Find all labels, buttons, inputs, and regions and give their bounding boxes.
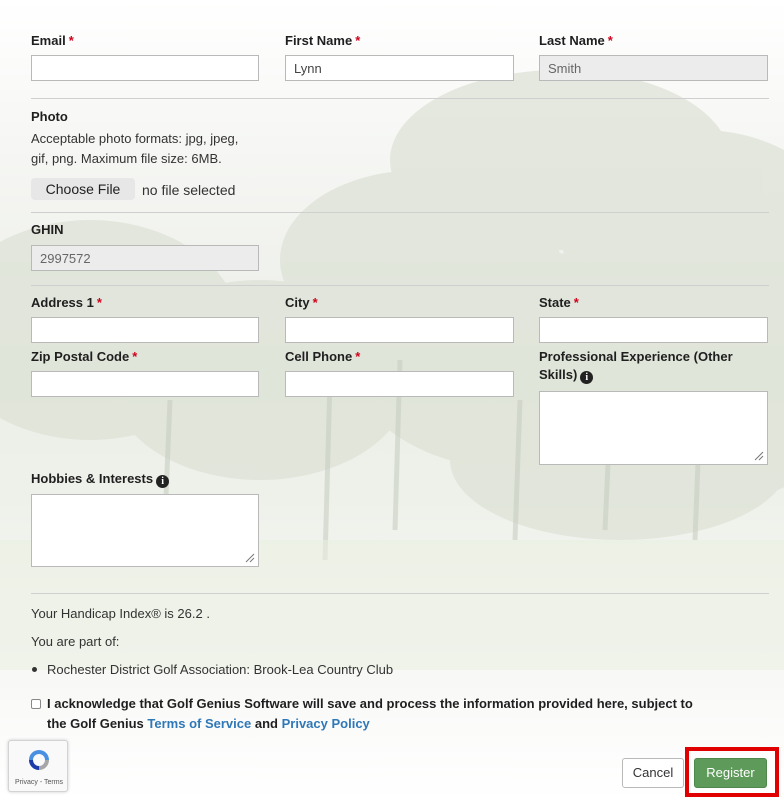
zip-label: Zip Postal Code * xyxy=(31,349,138,364)
choose-file-button[interactable]: Choose File xyxy=(31,178,135,200)
state-label: State * xyxy=(539,295,579,310)
divider xyxy=(31,285,769,286)
recaptcha-links[interactable]: Privacy - Terms xyxy=(11,779,67,786)
professional-experience-label: Professional Experience (Other Skills) i xyxy=(539,349,733,384)
last-name-label: Last Name * xyxy=(539,33,613,48)
divider xyxy=(31,593,769,594)
info-icon[interactable]: i xyxy=(156,475,170,488)
acknowledge-text: I acknowledge that Golf Genius Software … xyxy=(47,696,693,711)
resize-grip-icon[interactable] xyxy=(245,553,255,563)
file-status-text: no file selected xyxy=(142,182,236,198)
acknowledge-text-2: the Golf Genius Terms of Service and Pri… xyxy=(47,716,370,731)
first-name-field[interactable] xyxy=(285,55,514,81)
part-of-label: You are part of: xyxy=(31,634,120,649)
handicap-index-text: Your Handicap Index® is 26.2 . xyxy=(31,606,210,621)
email-field[interactable] xyxy=(31,55,259,81)
state-field[interactable] xyxy=(539,317,768,343)
privacy-policy-link[interactable]: Privacy Policy xyxy=(282,716,370,731)
city-field[interactable] xyxy=(285,317,514,343)
recaptcha-badge[interactable]: Privacy - Terms xyxy=(8,740,68,792)
ghin-label: GHIN xyxy=(31,222,64,237)
zip-field[interactable] xyxy=(31,371,259,397)
recaptcha-logo-icon xyxy=(29,750,49,770)
cell-phone-label: Cell Phone * xyxy=(285,349,361,364)
professional-experience-textarea[interactable] xyxy=(539,391,768,465)
city-label: City * xyxy=(285,295,318,310)
photo-label: Photo xyxy=(31,109,68,124)
address1-field[interactable] xyxy=(31,317,259,343)
bullet-icon xyxy=(32,667,37,672)
first-name-label: First Name * xyxy=(285,33,361,48)
resize-grip-icon[interactable] xyxy=(754,451,764,461)
address1-label: Address 1 * xyxy=(31,295,102,310)
divider xyxy=(31,98,769,99)
photo-help-text-2: gif, png. Maximum file size: 6MB. xyxy=(31,151,222,166)
cancel-button[interactable]: Cancel xyxy=(622,758,684,788)
hobbies-textarea[interactable] xyxy=(31,494,259,567)
membership-list-item: Rochester District Golf Association: Bro… xyxy=(31,662,393,677)
divider xyxy=(31,212,769,213)
register-button[interactable]: Register xyxy=(694,758,767,788)
ghin-field[interactable] xyxy=(31,245,259,271)
email-label: Email * xyxy=(31,33,74,48)
hobbies-label: Hobbies & Interests i xyxy=(31,471,170,488)
acknowledge-checkbox[interactable] xyxy=(31,699,41,709)
info-icon[interactable]: i xyxy=(580,371,594,384)
cell-phone-field[interactable] xyxy=(285,371,514,397)
last-name-field[interactable] xyxy=(539,55,768,81)
photo-help-text: Acceptable photo formats: jpg, jpeg, xyxy=(31,131,239,146)
terms-of-service-link[interactable]: Terms of Service xyxy=(147,716,251,731)
